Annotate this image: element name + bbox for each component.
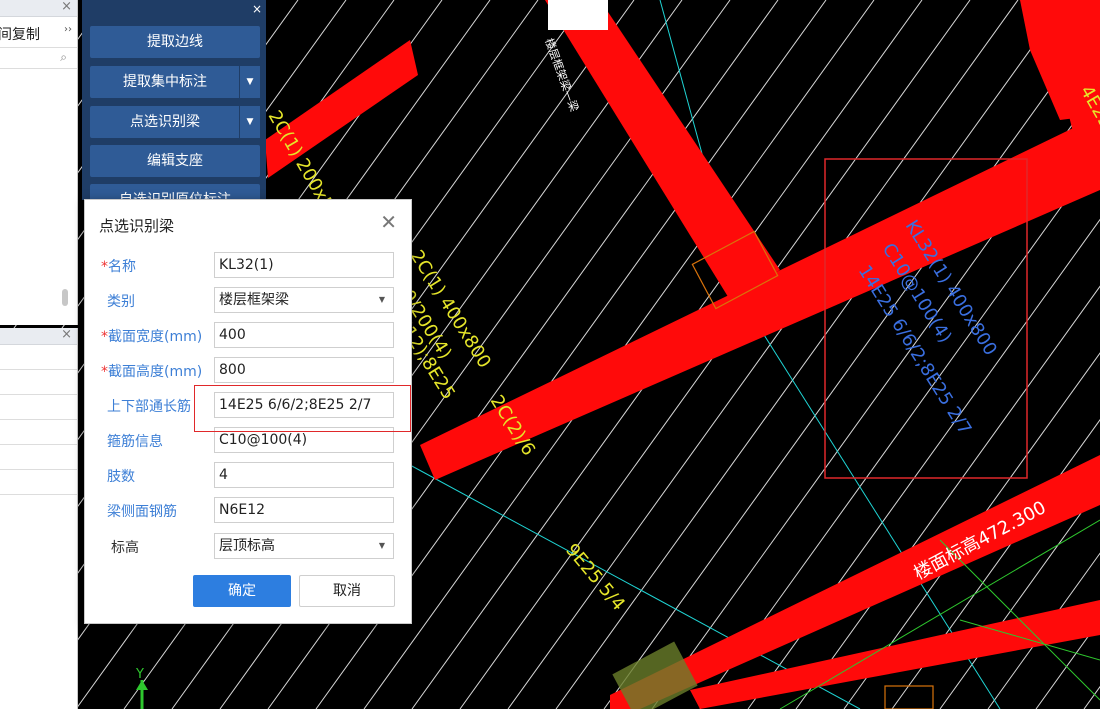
axis-y-label: Y xyxy=(135,667,144,682)
button-label: 提取边线 xyxy=(147,34,203,50)
left-panel-top-titlebar: × xyxy=(0,0,77,17)
tool-panel: × 提取边线 提取集中标注▼ 点选识别梁▼ 编辑支座 自选识别原位标注 xyxy=(82,0,266,216)
side-rebar-label: 梁侧面钢筋 xyxy=(107,504,177,520)
left-panel-bottom-list xyxy=(0,345,77,495)
side-rebar-input[interactable]: N6E12 xyxy=(214,497,394,523)
close-icon[interactable]: × xyxy=(61,327,72,342)
double-chevron-right-icon[interactable]: ›› xyxy=(64,24,72,35)
section-width-label: *截面宽度(mm) xyxy=(101,329,203,345)
extract-edge-button[interactable]: 提取边线 xyxy=(90,26,260,58)
name-label: *名称 xyxy=(101,259,136,275)
button-label: 提取集中标注 xyxy=(123,74,207,90)
list-item[interactable] xyxy=(0,345,77,370)
white-block xyxy=(548,0,608,30)
close-icon[interactable]: ✕ xyxy=(380,210,397,234)
highlight-box xyxy=(194,385,411,432)
legs-label: 肢数 xyxy=(107,469,135,485)
edit-support-button[interactable]: 编辑支座 xyxy=(90,145,260,177)
list-item[interactable] xyxy=(0,370,77,395)
stirrup-label: 箍筋信息 xyxy=(107,434,163,450)
section-height-input[interactable]: 800 xyxy=(214,357,394,383)
list-item[interactable] xyxy=(0,445,77,470)
chevron-down-icon: ▼ xyxy=(378,295,385,304)
legs-input[interactable]: 4 xyxy=(214,462,394,488)
dialog-title: 点选识别梁 xyxy=(99,217,175,235)
list-item[interactable] xyxy=(0,420,77,445)
category-label: 类别 xyxy=(107,294,135,310)
close-icon[interactable]: × xyxy=(252,2,262,16)
continuous-rebar-label: 上下部通长筋 xyxy=(107,399,191,415)
extract-annotation-button[interactable]: 提取集中标注 ▼ xyxy=(90,66,260,98)
dropdown-arrow-icon[interactable]: ▼ xyxy=(239,106,260,138)
search-row[interactable]: ⌕ xyxy=(0,47,77,69)
scrollbar-thumb[interactable] xyxy=(62,289,68,306)
close-icon[interactable]: × xyxy=(61,0,72,14)
select-beam-button[interactable]: 点选识别梁 ▼ xyxy=(90,106,260,138)
category-select[interactable]: 楼层框架梁 ▼ xyxy=(214,287,394,313)
section-width-input[interactable]: 400 xyxy=(214,322,394,348)
button-label: 编辑支座 xyxy=(147,153,203,169)
section-height-label: *截面高度(mm) xyxy=(101,364,203,380)
left-panel-bottom: × xyxy=(0,327,78,709)
left-panel-bottom-titlebar: × xyxy=(0,327,77,345)
left-panel-top: × 间复制 ›› ⌕ xyxy=(0,0,78,325)
search-icon[interactable]: ⌕ xyxy=(60,50,67,65)
button-label: 点选识别梁 xyxy=(130,114,200,130)
ok-button[interactable]: 确定 xyxy=(193,575,291,607)
list-item[interactable] xyxy=(0,470,77,495)
list-item[interactable] xyxy=(0,395,77,420)
dropdown-arrow-icon[interactable]: ▼ xyxy=(239,66,260,98)
elevation-label: 标高 xyxy=(111,540,139,556)
chevron-down-icon: ▼ xyxy=(378,541,385,550)
name-input[interactable]: KL32(1) xyxy=(214,252,394,278)
copy-label: 间复制 xyxy=(0,27,40,43)
elevation-select[interactable]: 层顶标高 ▼ xyxy=(214,533,394,559)
copy-row[interactable]: 间复制 ›› xyxy=(0,17,77,47)
cancel-button[interactable]: 取消 xyxy=(299,575,395,607)
